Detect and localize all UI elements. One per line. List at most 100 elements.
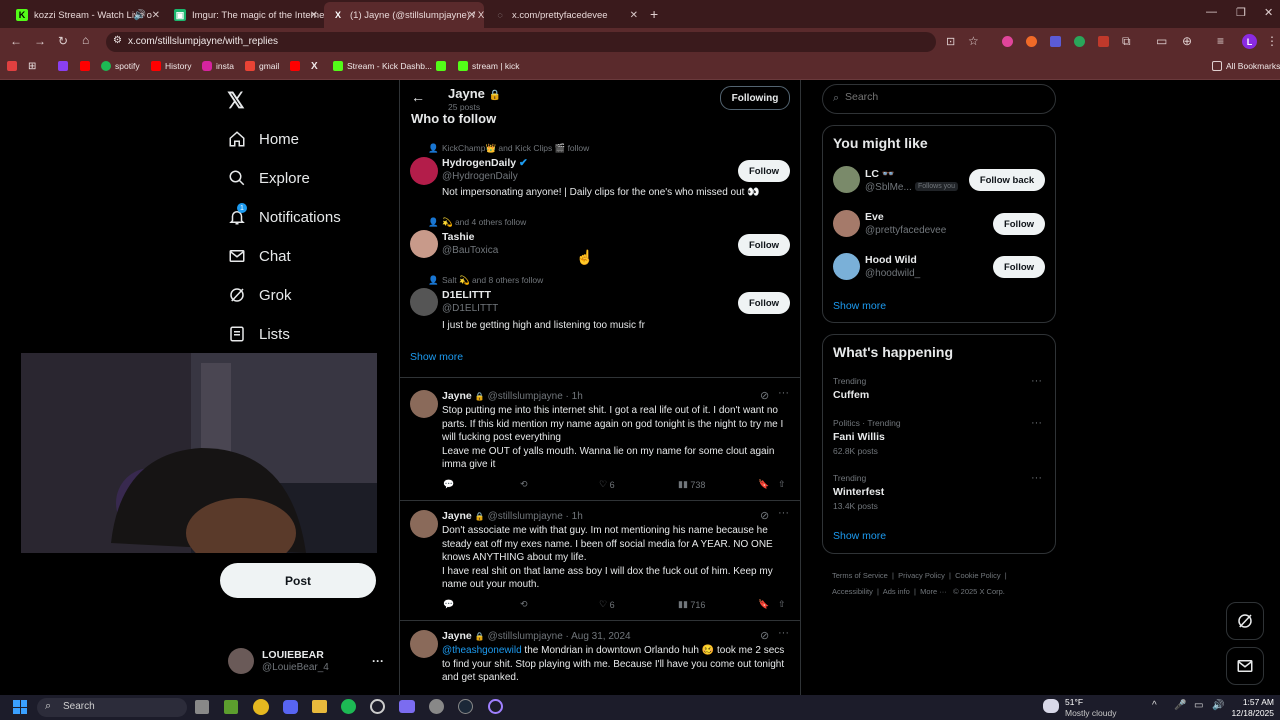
app-icon[interactable] [370, 699, 385, 714]
minimize-icon[interactable]: — [1206, 6, 1217, 18]
bookmark-spotify[interactable]: spotify [101, 61, 140, 71]
footer-link[interactable]: Ads info [883, 587, 910, 596]
close-icon[interactable]: ✕ [468, 10, 476, 21]
weather-temp[interactable]: 51°F [1065, 697, 1083, 707]
bookmark-icon[interactable] [58, 61, 68, 71]
grok-icon[interactable]: ⊘ [760, 509, 769, 522]
more-icon[interactable]: ··· [1031, 375, 1042, 387]
close-icon[interactable]: ✕ [152, 10, 160, 21]
volume-icon[interactable]: 🔊 [1212, 700, 1224, 711]
post-button[interactable]: Post [220, 563, 376, 598]
all-bookmarks[interactable]: All Bookmarks [1212, 61, 1280, 71]
x-logo-icon[interactable]: X [311, 61, 318, 72]
more-icon[interactable]: ··· [1031, 417, 1042, 429]
maximize-icon[interactable]: ❐ [1236, 6, 1246, 19]
repost-icon[interactable]: ⟲ [520, 599, 528, 610]
more-icon[interactable]: ··· [778, 387, 789, 399]
grok-icon[interactable]: ⊘ [760, 629, 769, 642]
browser-tab[interactable]: ▣ Imgur: The magic of the Interne ✕ [166, 2, 326, 28]
reload-icon[interactable]: ↻ [58, 34, 68, 48]
nvidia-icon[interactable] [224, 700, 238, 714]
reply-icon[interactable]: 💬 [443, 599, 454, 610]
site-info-icon[interactable]: ⚙ [113, 35, 122, 46]
game-controller-icon[interactable] [399, 700, 415, 713]
footer-link[interactable]: Cookie Policy [955, 571, 1000, 580]
user-name[interactable]: D1ELITTT [442, 289, 491, 301]
follow-back-button[interactable]: Follow back [969, 169, 1045, 191]
footer-link[interactable]: Accessibility [832, 587, 873, 596]
x-logo-icon[interactable]: 𝕏 [227, 88, 245, 114]
nav-home[interactable]: Home [228, 130, 299, 148]
nav-notifications[interactable]: 1 Notifications [228, 203, 341, 226]
like-button[interactable]: ♡ 6 [599, 599, 615, 610]
avatar[interactable] [410, 288, 438, 316]
chrome-icon[interactable] [253, 699, 269, 715]
follow-button[interactable]: Follow [738, 292, 790, 314]
following-button[interactable]: Following [720, 86, 790, 110]
task-view-icon[interactable] [195, 700, 209, 714]
avatar[interactable] [410, 510, 438, 538]
spotify-icon[interactable] [341, 699, 356, 714]
extension-icon[interactable] [1074, 36, 1085, 47]
footer-link[interactable]: Terms of Service [832, 571, 888, 580]
forward-icon[interactable]: → [34, 34, 46, 48]
follow-button[interactable]: Follow [993, 256, 1045, 278]
user-name[interactable]: Hood Wild [865, 254, 917, 266]
bookmark-stream-kick[interactable]: stream | kick [458, 61, 520, 71]
youtube-icon[interactable] [80, 61, 90, 71]
avatar[interactable] [833, 210, 860, 237]
sidebar-icon[interactable]: ▭ [1156, 34, 1167, 48]
grok-icon[interactable]: ⊘ [760, 389, 769, 402]
avatar[interactable] [833, 253, 860, 280]
avatar[interactable] [410, 390, 438, 418]
extension-icon[interactable] [1050, 36, 1061, 47]
nav-grok[interactable]: Grok [228, 286, 292, 304]
user-name[interactable]: HydrogenDaily ✔ [442, 157, 528, 169]
bookmark-history[interactable]: History [151, 61, 191, 71]
file-explorer-icon[interactable] [312, 700, 327, 713]
extension-icon[interactable] [1026, 36, 1037, 47]
follow-button[interactable]: Follow [993, 213, 1045, 235]
browser-tab-active[interactable]: X (1) Jayne (@stillslumpjayne) / X ✕ [324, 2, 484, 28]
close-icon[interactable]: ✕ [310, 10, 318, 21]
bookmark-folder-icon[interactable] [7, 61, 17, 71]
footer-link[interactable]: Privacy Policy [898, 571, 945, 580]
url-field[interactable]: ⚙ x.com/stillslumpjayne/with_replies [106, 32, 936, 52]
steam-icon[interactable] [458, 699, 473, 714]
download-icon[interactable]: ⊕ [1182, 34, 1192, 48]
footer-link[interactable]: More ··· [920, 587, 947, 596]
profile-avatar-icon[interactable]: L [1242, 34, 1257, 49]
share-icon[interactable]: ⇧ [778, 599, 786, 610]
browser-tab[interactable]: K kozzi Stream - Watch Live o 🔊 ✕ [8, 2, 168, 28]
extensions-puzzle-icon[interactable]: ⧉ [1122, 34, 1131, 49]
media-control-icon[interactable]: ≡ [1217, 34, 1224, 48]
search-input[interactable] [845, 91, 1045, 103]
user-name[interactable]: Eve [865, 211, 884, 223]
show-more-link[interactable]: Show more [410, 351, 463, 363]
nav-explore[interactable]: Explore [228, 169, 310, 187]
views-button[interactable]: ▮▮ 716 [678, 599, 705, 610]
discord-icon[interactable] [283, 700, 298, 714]
follow-button[interactable]: Follow [738, 160, 790, 182]
taskbar-search[interactable]: ⌕ Search [37, 698, 187, 717]
account-avatar[interactable] [228, 648, 254, 674]
bookmark-kick-dashboard[interactable]: Stream - Kick Dashb... [333, 61, 432, 71]
post-author[interactable]: Jayne 🔒 @stillslumpjayne · 1h [442, 510, 583, 522]
weather-desc[interactable]: Mostly cloudy [1065, 708, 1117, 718]
extension-icon[interactable] [1002, 36, 1013, 47]
search-box[interactable]: ⌕ [822, 84, 1056, 114]
like-button[interactable]: ♡ 6 [599, 479, 615, 490]
more-icon[interactable]: ··· [778, 507, 789, 519]
bookmark-icon[interactable]: 🔖 [758, 479, 769, 490]
microphone-icon[interactable]: 🎤 [1174, 700, 1186, 711]
post-author[interactable]: Jayne 🔒 @stillslumpjayne · Aug 31, 2024 [442, 630, 631, 642]
avatar[interactable] [410, 230, 438, 258]
browser-menu-icon[interactable]: ⋮ [1266, 34, 1278, 48]
speaker-icon[interactable]: 🔊 [134, 10, 146, 21]
account-handle[interactable]: @LouieBear_4 [262, 662, 329, 673]
messages-float-button[interactable] [1226, 647, 1264, 685]
settings-icon[interactable] [429, 699, 444, 714]
post-author[interactable]: Jayne 🔒 @stillslumpjayne · 1h [442, 390, 583, 402]
extension-icon[interactable] [1098, 36, 1109, 47]
views-button[interactable]: ▮▮ 738 [678, 479, 705, 490]
